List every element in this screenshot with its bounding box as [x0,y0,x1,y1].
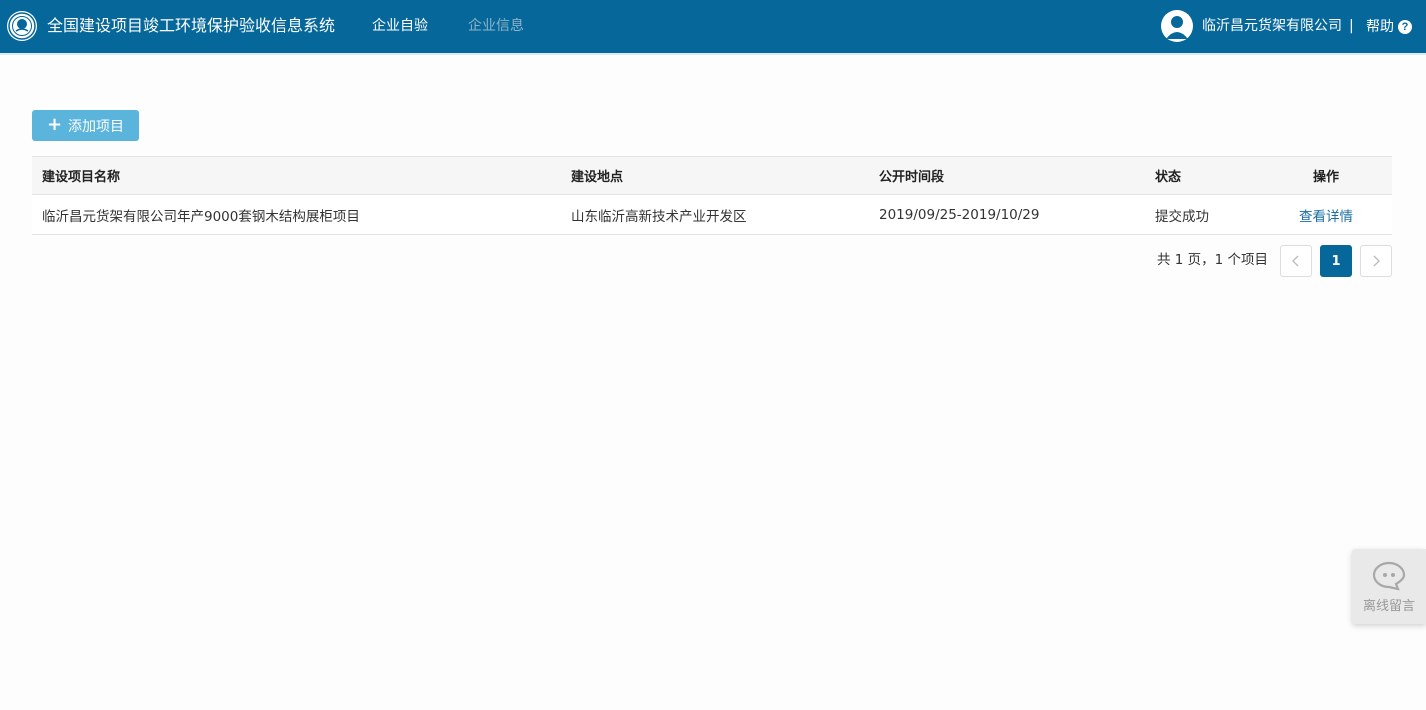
add-project-label: 添加项目 [68,118,125,135]
column-header-project-name: 建设项目名称 [42,170,121,185]
status-cell: 提交成功 [1155,208,1209,225]
chat-bubble-icon [1372,561,1406,591]
pagination-summary: 共 1 页，1 个项目 [1157,252,1269,268]
offline-message-widget[interactable]: 离线留言 [1352,549,1426,624]
project-table: 建设项目名称 建设地点 公开时间段 状态 操作 临沂昌元货架有限公司年产9000… [32,156,1392,235]
nav-enterprise-info[interactable]: 企业信息 [468,16,524,36]
page-number-button[interactable]: 1 [1320,245,1352,277]
view-details-link[interactable]: 查看详情 [1299,205,1353,225]
company-name[interactable]: 临沂昌元货架有限公司 [1202,16,1342,36]
offline-message-label: 离线留言 [1362,599,1415,614]
plus-icon: + [46,113,63,135]
action-cell: 查看详情 [1267,195,1385,234]
nav-enterprise-self-check[interactable]: 企业自验 [372,16,428,36]
column-header-public-period: 公开时间段 [879,170,945,185]
add-project-button[interactable]: + 添加项目 [32,110,139,141]
system-title[interactable]: 全国建设项目竣工环境保护验收信息系统 [47,15,335,37]
question-circle-icon: ? [1398,20,1412,34]
column-header-location: 建设地点 [571,170,624,185]
help-link[interactable]: 帮助 ? [1366,17,1412,37]
prev-page-button[interactable] [1280,245,1312,277]
project-name-cell: 临沂昌元货架有限公司年产9000套钢木结构展柜项目 [42,208,360,225]
column-header-status: 状态 [1155,170,1182,185]
chevron-left-icon [1292,255,1299,267]
period-cell: 2019/09/25-2019/10/29 [879,206,1040,223]
chevron-right-icon [1373,255,1380,267]
logo-emblem-icon[interactable] [7,11,37,41]
next-page-button[interactable] [1360,245,1392,277]
column-header-action: 操作 [1312,170,1339,185]
table-row: 临沂昌元货架有限公司年产9000套钢木结构展柜项目 山东临沂高新技术产业开发区 … [32,195,1392,235]
help-label: 帮助 [1366,19,1394,35]
table-header: 建设项目名称 建设地点 公开时间段 状态 操作 [32,156,1392,195]
header-separator: | [1349,18,1354,34]
user-avatar-icon[interactable] [1161,10,1193,42]
top-header: 全国建设项目竣工环境保护验收信息系统 企业自验 企业信息 临沂昌元货架有限公司 … [0,0,1426,55]
location-cell: 山东临沂高新技术产业开发区 [571,208,747,225]
